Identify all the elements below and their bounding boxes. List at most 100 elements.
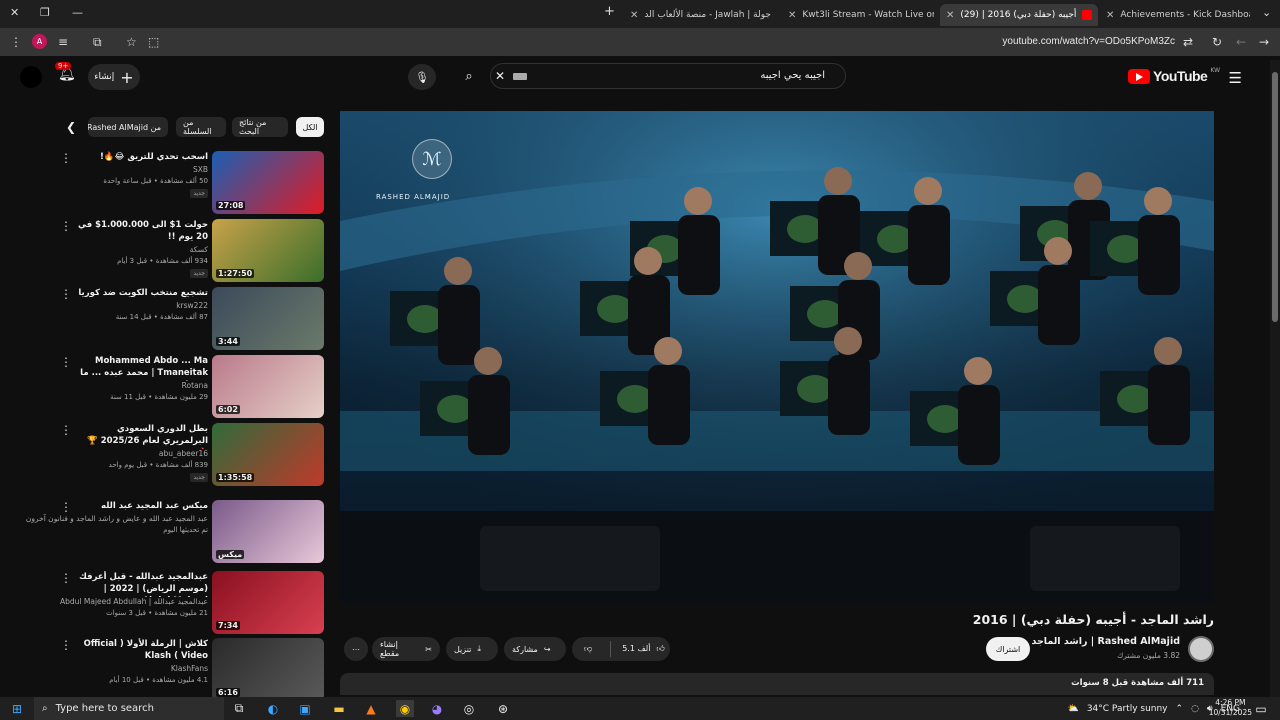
video-thumbnail[interactable]: ميكس bbox=[212, 500, 324, 563]
recommendation-channel[interactable]: عبد المجيد عبد الله و عايض و راشد الماجد… bbox=[26, 514, 208, 523]
recommendation-channel[interactable]: Rotana bbox=[182, 381, 208, 390]
windows-start-icon[interactable]: ⊞ bbox=[8, 700, 26, 717]
weather-text[interactable]: 34°C Partly sunny bbox=[1087, 704, 1168, 714]
recommendation-item[interactable]: ⋮ 1:35:58 بطل الدوري السعودي البرلمريري لع… bbox=[60, 423, 326, 489]
window-close-icon[interactable]: ✕ bbox=[10, 6, 19, 19]
more-actions-button[interactable]: ⋯ bbox=[344, 637, 368, 661]
subscribe-button[interactable]: اشتراك bbox=[986, 637, 1030, 661]
clip-button[interactable]: إنشاء مقطع ✂ bbox=[372, 637, 440, 661]
video-thumbnail[interactable]: 1:35:58 bbox=[212, 423, 324, 486]
tab-youtube-active[interactable]: ✕ أجيبه (حفلة دبي) 2016 | (29) bbox=[940, 4, 1098, 26]
window-minimize-icon[interactable]: — bbox=[72, 6, 83, 19]
channel-avatar[interactable] bbox=[1188, 636, 1214, 662]
chip-from-channel[interactable]: من Rashed AlMajid bbox=[88, 117, 168, 137]
recommendation-channel[interactable]: عبدالمجيد عبدالله | Abdul Majeed Abdulla… bbox=[60, 597, 208, 606]
recommendation-item[interactable]: ⋮ 6:16 كلاش | الرملة الأولا ( Official Vid… bbox=[60, 638, 326, 704]
discord-icon[interactable]: ◕ bbox=[428, 700, 446, 717]
more-dots-icon[interactable]: ⋮ bbox=[60, 638, 72, 652]
share-button[interactable]: مشاركة ↪ bbox=[504, 637, 566, 661]
recommendation-title[interactable]: اسحب تحدي للتريق 😂🔥! bbox=[78, 151, 208, 163]
obs-icon[interactable]: ◎ bbox=[460, 700, 478, 717]
description-box[interactable]: 711 ألف مشاهدة قبل 8 سنوات bbox=[340, 673, 1214, 695]
new-tab-button[interactable]: + bbox=[604, 4, 615, 19]
tab-jawlah[interactable]: ✕ جولة | Jawlah - منصة الألعاب الد bbox=[624, 4, 774, 26]
dislike-thumb-icon[interactable]: 👎︎ bbox=[572, 644, 604, 654]
video-thumbnail[interactable]: 27:08 bbox=[212, 151, 324, 214]
tab-search-icon[interactable]: ⌄ bbox=[1262, 6, 1271, 19]
recommendation-channel[interactable]: SXB bbox=[193, 165, 208, 174]
edge-browser-icon[interactable]: ◐ bbox=[264, 700, 282, 717]
store-icon[interactable]: ▣ bbox=[296, 700, 314, 717]
notifications-icon[interactable]: ▭ bbox=[1252, 700, 1270, 717]
tab-close-icon[interactable]: ✕ bbox=[788, 10, 796, 21]
recommendation-channel[interactable]: abu_abeer16 bbox=[159, 449, 208, 458]
url-text[interactable]: youtube.com/watch?v=ODo5KPoM3Zc bbox=[1002, 36, 1175, 47]
download-button[interactable]: تنزيل ⤓ bbox=[446, 637, 498, 661]
forward-icon[interactable]: ← bbox=[1236, 35, 1246, 49]
steam-icon[interactable]: ⊛ bbox=[494, 700, 512, 717]
search-button[interactable]: ⌕ bbox=[452, 63, 486, 89]
scrollbar-thumb[interactable] bbox=[1272, 72, 1278, 322]
create-button[interactable]: إنشاء + bbox=[88, 64, 140, 90]
chips-scroll-left-icon[interactable]: ❮ bbox=[66, 120, 76, 134]
tab-close-icon[interactable]: ✕ bbox=[946, 10, 954, 21]
reading-list-icon[interactable]: ≡ bbox=[58, 35, 68, 49]
extensions-icon[interactable]: ⧉ bbox=[93, 35, 102, 50]
menu-dots-icon[interactable]: ⋮ bbox=[10, 35, 22, 49]
page-scrollbar[interactable] bbox=[1270, 60, 1280, 697]
recommendation-title[interactable]: Mohammed Abdo ... Ma Tmaneitak | محمد عب… bbox=[78, 355, 208, 381]
more-dots-icon[interactable]: ⋮ bbox=[60, 500, 72, 514]
file-explorer-icon[interactable]: ▬ bbox=[330, 700, 348, 717]
clock[interactable]: 4:26 PM 10/31/2025 bbox=[1209, 698, 1252, 718]
task-view-icon[interactable]: ⧉ bbox=[230, 700, 248, 717]
hamburger-menu-icon[interactable]: ☰ bbox=[1229, 69, 1242, 87]
more-dots-icon[interactable]: ⋮ bbox=[60, 219, 72, 233]
chip-all[interactable]: الكل bbox=[296, 117, 324, 137]
video-thumbnail[interactable]: 1:27:50 bbox=[212, 219, 324, 282]
back-icon[interactable]: → bbox=[1259, 35, 1269, 49]
tab-kick-dashboard[interactable]: ✕ Achievements - Kick Dashboard bbox=[1100, 4, 1250, 26]
recommendation-title[interactable]: عبدالمجيد عبدالله - قبل أعرفك (موسم الري… bbox=[78, 571, 208, 597]
window-restore-icon[interactable]: ❐ bbox=[40, 6, 50, 19]
video-thumbnail[interactable]: 3:44 bbox=[212, 287, 324, 350]
site-settings-icon[interactable]: ⇄ bbox=[1183, 35, 1193, 49]
search-input[interactable]: ✕ اجيبه يحي اجيبه bbox=[490, 63, 846, 89]
app-a-icon[interactable]: ▲ bbox=[362, 700, 380, 717]
screenshot-icon[interactable]: ⬚ bbox=[148, 35, 159, 49]
recommendation-item[interactable]: ⋮ 1:27:50 حولت 1$ الى 1.000.000$ في 20 يوم… bbox=[60, 219, 326, 285]
recommendation-item[interactable]: ⋮ 7:34 عبدالمجيد عبدالله - قبل أعرفك (موسم… bbox=[60, 571, 326, 637]
video-thumbnail[interactable]: 7:34 bbox=[212, 571, 324, 634]
recommendation-item[interactable]: ⋮ 6:02 Mohammed Abdo ... Ma Tmaneitak | مح… bbox=[60, 355, 326, 421]
chip-from-series[interactable]: من السلسلة bbox=[176, 117, 226, 137]
recommendation-title[interactable]: بطل الدوري السعودي البرلمريري لعام 2025/… bbox=[78, 423, 208, 449]
chrome-icon[interactable]: ◉ bbox=[396, 700, 414, 717]
account-avatar[interactable] bbox=[20, 66, 42, 88]
more-dots-icon[interactable]: ⋮ bbox=[60, 355, 72, 369]
network-icon[interactable]: ◌ bbox=[1191, 704, 1199, 714]
more-dots-icon[interactable]: ⋮ bbox=[60, 151, 72, 165]
reload-icon[interactable]: ↻ bbox=[1212, 35, 1222, 49]
video-thumbnail[interactable]: 6:02 bbox=[212, 355, 324, 418]
recommendation-title[interactable]: ميكس عبد المجيد عبد الله bbox=[78, 500, 208, 512]
bookmark-star-icon[interactable]: ☆ bbox=[126, 35, 137, 49]
video-thumbnail[interactable]: 6:16 bbox=[212, 638, 324, 701]
tray-chevron-icon[interactable]: ⌃ bbox=[1176, 704, 1184, 714]
video-player[interactable]: ℳ RASHED ALMAJID bbox=[340, 111, 1214, 603]
chip-from-search[interactable]: من نتائج البحث bbox=[232, 117, 288, 137]
tab-kwt3li[interactable]: ✕ Kwt3li Stream - Watch Live on I bbox=[782, 4, 934, 26]
taskbar-search-box[interactable]: ⌕ Type here to search bbox=[34, 697, 224, 720]
recommendation-title[interactable]: تشجيع منتخب الكويت ضد كوريا bbox=[78, 287, 208, 299]
recommendation-channel[interactable]: كسكة bbox=[190, 245, 208, 254]
recommendation-channel[interactable]: KlashFans bbox=[171, 664, 208, 673]
more-dots-icon[interactable]: ⋮ bbox=[60, 423, 72, 437]
more-dots-icon[interactable]: ⋮ bbox=[60, 287, 72, 301]
profile-avatar[interactable]: A bbox=[32, 34, 47, 49]
keyboard-icon[interactable] bbox=[513, 73, 527, 80]
tab-close-icon[interactable]: ✕ bbox=[630, 10, 638, 21]
recommendation-item[interactable]: ⋮ ميكس ميكس عبد المجيد عبد الله عبد المجيد … bbox=[26, 500, 326, 566]
voice-search-mic-icon[interactable]: 🎙︎ bbox=[408, 64, 436, 90]
more-dots-icon[interactable]: ⋮ bbox=[60, 571, 72, 585]
recommendation-title[interactable]: كلاش | الرملة الأولا ( Official Video ) … bbox=[78, 638, 208, 662]
channel-name[interactable]: Rashed AlMajid | راشد الماجد bbox=[1031, 636, 1180, 647]
weather-icon[interactable]: ⛅ bbox=[1068, 704, 1079, 714]
